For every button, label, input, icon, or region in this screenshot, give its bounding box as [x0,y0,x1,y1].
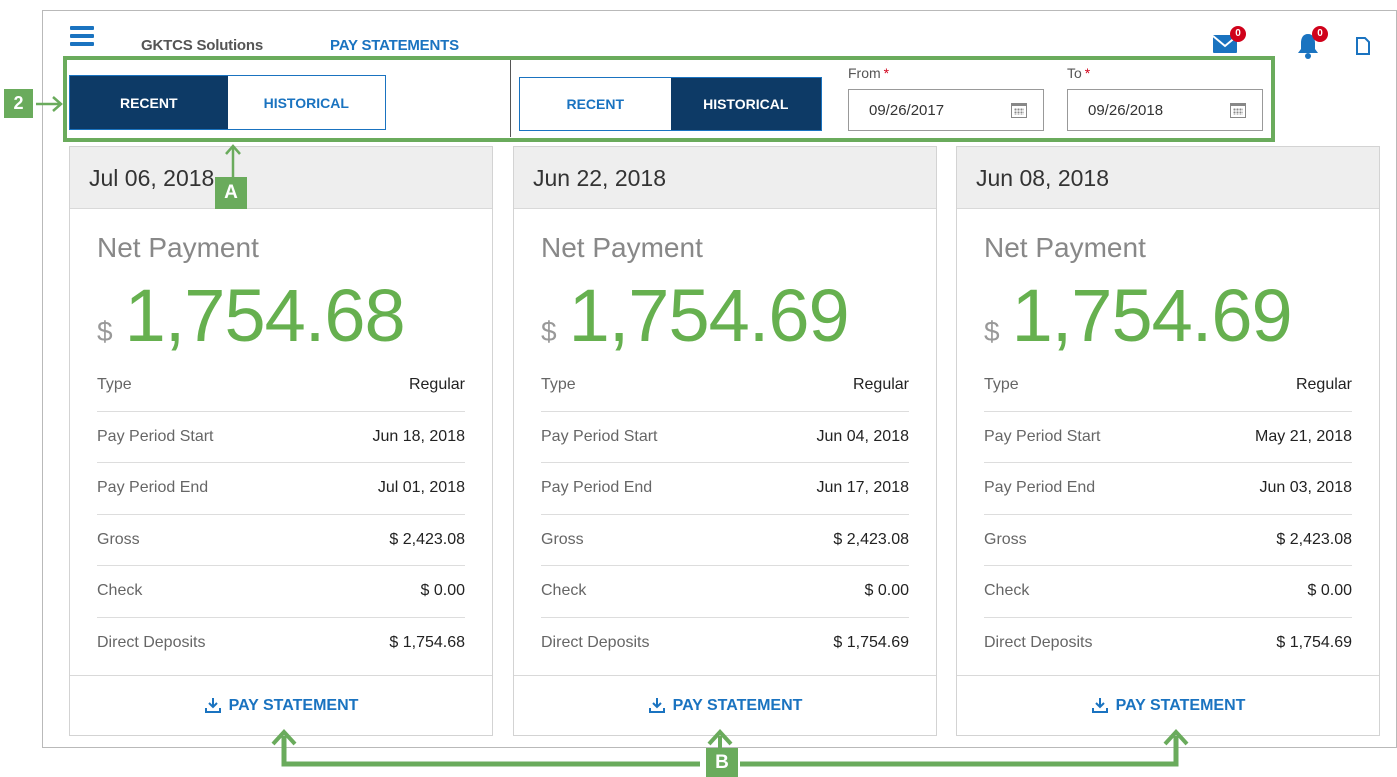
detail-row: Check $ 0.00 [541,566,909,618]
annotation-arrow-a [225,144,241,177]
detail-row: Gross $ 2,423.08 [97,515,465,566]
document-button[interactable] [1356,37,1372,57]
pay-date: Jun 08, 2018 [957,147,1379,209]
detail-row: Pay Period End Jun 03, 2018 [984,463,1352,515]
detail-row: Pay Period Start Jun 18, 2018 [97,412,465,463]
view-toggle-left: RECENT HISTORICAL [69,75,386,130]
detail-row: Pay Period End Jul 01, 2018 [97,463,465,515]
bell-badge: 0 [1312,26,1328,42]
net-amount: $1,754.69 [541,274,850,357]
notifications-button[interactable]: 0 [1296,26,1336,60]
annotation-number-tag: 2 [4,89,33,118]
net-payment-label: Net Payment [97,232,259,263]
download-icon [1091,697,1108,713]
detail-row: Type Regular [984,360,1352,412]
net-payment-label: Net Payment [541,232,703,263]
pay-date: Jul 06, 2018 [70,147,492,209]
recent-tab-alt[interactable]: RECENT [520,78,671,130]
detail-row: Type Regular [541,360,909,412]
from-date-input[interactable]: 09/26/2017 [848,89,1044,131]
menu-icon[interactable] [70,26,94,46]
mail-button[interactable]: 0 [1212,26,1252,56]
detail-row: Type Regular [97,360,465,412]
pay-card: Jul 06, 2018 Net Payment $1,754.68 Type R… [69,146,493,736]
toolbar-divider [510,60,511,137]
page-title[interactable]: PAY STATEMENTS [330,37,459,54]
detail-row: Gross $ 2,423.08 [541,515,909,566]
annotation-arrow-2 [36,96,63,112]
historical-tab[interactable]: HISTORICAL [227,76,385,129]
to-date-value: 09/26/2018 [1088,101,1164,119]
detail-row: Direct Deposits $ 1,754.69 [984,634,1352,652]
detail-row: Direct Deposits $ 1,754.68 [97,634,465,652]
document-icon [1356,37,1370,55]
detail-row: Pay Period Start May 21, 2018 [984,412,1352,463]
company-name: GKTCS Solutions [141,37,263,54]
to-date-input[interactable]: 09/26/2018 [1067,89,1263,131]
from-label: From * [848,65,890,81]
detail-list: Type Regular Pay Period Start May 21, 2018… [984,360,1352,669]
net-payment-label: Net Payment [984,232,1146,263]
recent-tab[interactable]: RECENT [70,76,228,129]
download-icon [648,697,665,713]
pay-date: Jun 22, 2018 [514,147,936,209]
detail-row: Check $ 0.00 [97,566,465,618]
mail-badge: 0 [1230,26,1246,42]
annotation-letter-b: B [706,748,738,777]
detail-row: Direct Deposits $ 1,754.69 [541,634,909,652]
net-amount: $1,754.69 [984,274,1293,357]
detail-row: Gross $ 2,423.08 [984,515,1352,566]
to-label: To * [1067,65,1091,81]
historical-tab-alt[interactable]: HISTORICAL [670,78,821,130]
annotation-letter-a: A [215,177,247,209]
detail-row: Pay Period End Jun 17, 2018 [541,463,909,515]
pay-card: Jun 08, 2018 Net Payment $1,754.69 Type R… [956,146,1380,736]
net-amount: $1,754.68 [97,274,406,357]
view-toggle-right: RECENT HISTORICAL [519,77,822,131]
detail-list: Type Regular Pay Period Start Jun 18, 2018… [97,360,465,669]
calendar-icon[interactable] [1230,103,1246,118]
detail-list: Type Regular Pay Period Start Jun 04, 2018… [541,360,909,669]
from-date-value: 09/26/2017 [869,101,945,119]
calendar-icon[interactable] [1011,103,1027,118]
pay-card: Jun 22, 2018 Net Payment $1,754.69 Type R… [513,146,937,736]
detail-row: Pay Period Start Jun 04, 2018 [541,412,909,463]
detail-row: Check $ 0.00 [984,566,1352,618]
download-icon [204,697,221,713]
